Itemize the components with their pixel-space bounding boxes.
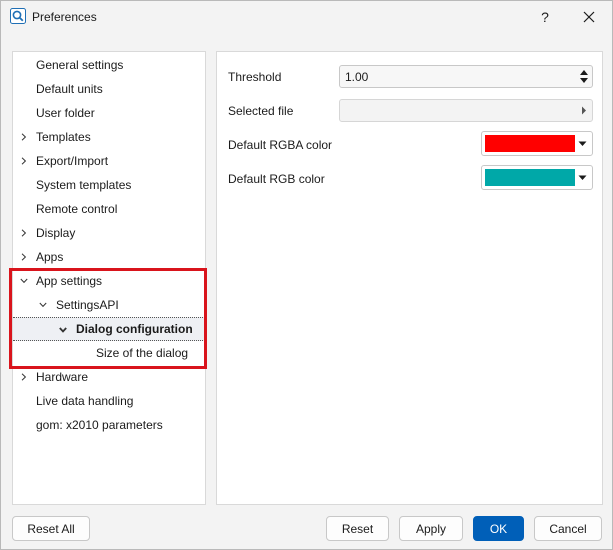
rgba-color-picker[interactable]	[481, 131, 593, 156]
tree-item-label: Size of the dialog	[96, 346, 189, 360]
chevron-right-icon[interactable]	[18, 221, 30, 245]
tree-item-label: App settings	[36, 274, 103, 288]
cancel-button[interactable]: Cancel	[534, 516, 602, 541]
threshold-label: Threshold	[228, 70, 282, 84]
spin-up-down-icon[interactable]	[579, 68, 589, 85]
tree-item[interactable]: Hardware	[13, 365, 205, 389]
tree-item-label: Remote control	[36, 202, 118, 216]
tree-item[interactable]: App settings	[13, 269, 205, 293]
threshold-spinbox[interactable]: 1.00	[339, 65, 593, 88]
rgb-color-label: Default RGB color	[228, 172, 325, 186]
tree-item[interactable]: Remote control	[13, 197, 205, 221]
tree-item-label: gom: x2010 parameters	[36, 418, 163, 432]
window-title: Preferences	[32, 10, 97, 24]
preferences-dialog: Preferences ? General settings Default un…	[0, 0, 613, 550]
tree-item[interactable]: gom: x2010 parameters	[13, 413, 205, 437]
tree-item-label: Display	[36, 226, 76, 240]
chevron-right-icon[interactable]	[18, 245, 30, 269]
rgba-color-label: Default RGBA color	[228, 138, 333, 152]
title-bar: Preferences ?	[1, 1, 612, 33]
chevron-right-icon[interactable]	[18, 149, 30, 173]
tree-item-label: Live data handling	[36, 394, 134, 408]
close-button[interactable]	[569, 1, 609, 33]
chevron-right-icon[interactable]	[581, 106, 587, 115]
tree-item[interactable]: Export/Import	[13, 149, 205, 173]
help-button[interactable]: ?	[525, 1, 565, 33]
app-magnifier-icon	[10, 8, 26, 24]
rgb-color-picker[interactable]	[481, 165, 593, 190]
chevron-down-icon[interactable]	[18, 269, 30, 293]
tree-item-label: Dialog configuration	[76, 322, 193, 336]
reset-all-button[interactable]: Reset All	[12, 516, 90, 541]
tree-item[interactable]: General settings	[13, 53, 205, 77]
tree-item[interactable]: Templates	[13, 125, 205, 149]
tree-item[interactable]: System templates	[13, 173, 205, 197]
tree-item-label: Hardware	[36, 370, 89, 384]
reset-button[interactable]: Reset	[326, 516, 389, 541]
tree-item[interactable]: Size of the dialog	[13, 341, 205, 365]
tree-item-label: Templates	[36, 130, 91, 144]
tree-item-label: User folder	[36, 106, 95, 120]
tree-item-label: Default units	[36, 82, 103, 96]
tree-item[interactable]: Default units	[13, 77, 205, 101]
tree-item-label: System templates	[36, 178, 132, 192]
tree-item[interactable]: Live data handling	[13, 389, 205, 413]
tree-item[interactable]: User folder	[13, 101, 205, 125]
chevron-right-icon[interactable]	[18, 125, 30, 149]
tree-item-label: Export/Import	[36, 154, 109, 168]
chevron-down-icon[interactable]	[578, 175, 587, 181]
tree-item-label: Apps	[36, 250, 64, 264]
apply-button[interactable]: Apply	[399, 516, 463, 541]
ok-button[interactable]: OK	[473, 516, 524, 541]
tree-item[interactable]: SettingsAPI	[13, 293, 205, 317]
tree-item[interactable]: Display	[13, 221, 205, 245]
selected-file-field[interactable]	[339, 99, 593, 122]
tree-item-label: General settings	[36, 58, 124, 72]
chevron-down-icon[interactable]	[37, 293, 49, 317]
settings-tree[interactable]: General settings Default units User folder…	[12, 51, 206, 505]
close-icon	[583, 11, 595, 23]
rgb-color-swatch	[485, 169, 575, 186]
chevron-down-icon[interactable]	[578, 141, 587, 147]
selected-file-label: Selected file	[228, 104, 294, 118]
threshold-value[interactable]: 1.00	[345, 70, 368, 84]
chevron-right-icon[interactable]	[18, 365, 30, 389]
tree-item[interactable]: Apps	[13, 245, 205, 269]
settings-content-panel: Threshold 1.00 Selected file Default RGB…	[216, 51, 603, 505]
chevron-down-icon[interactable]	[57, 318, 69, 342]
rgba-color-swatch	[485, 135, 575, 152]
tree-item[interactable]: Dialog configuration	[13, 317, 205, 341]
tree-item-label: SettingsAPI	[56, 298, 119, 312]
